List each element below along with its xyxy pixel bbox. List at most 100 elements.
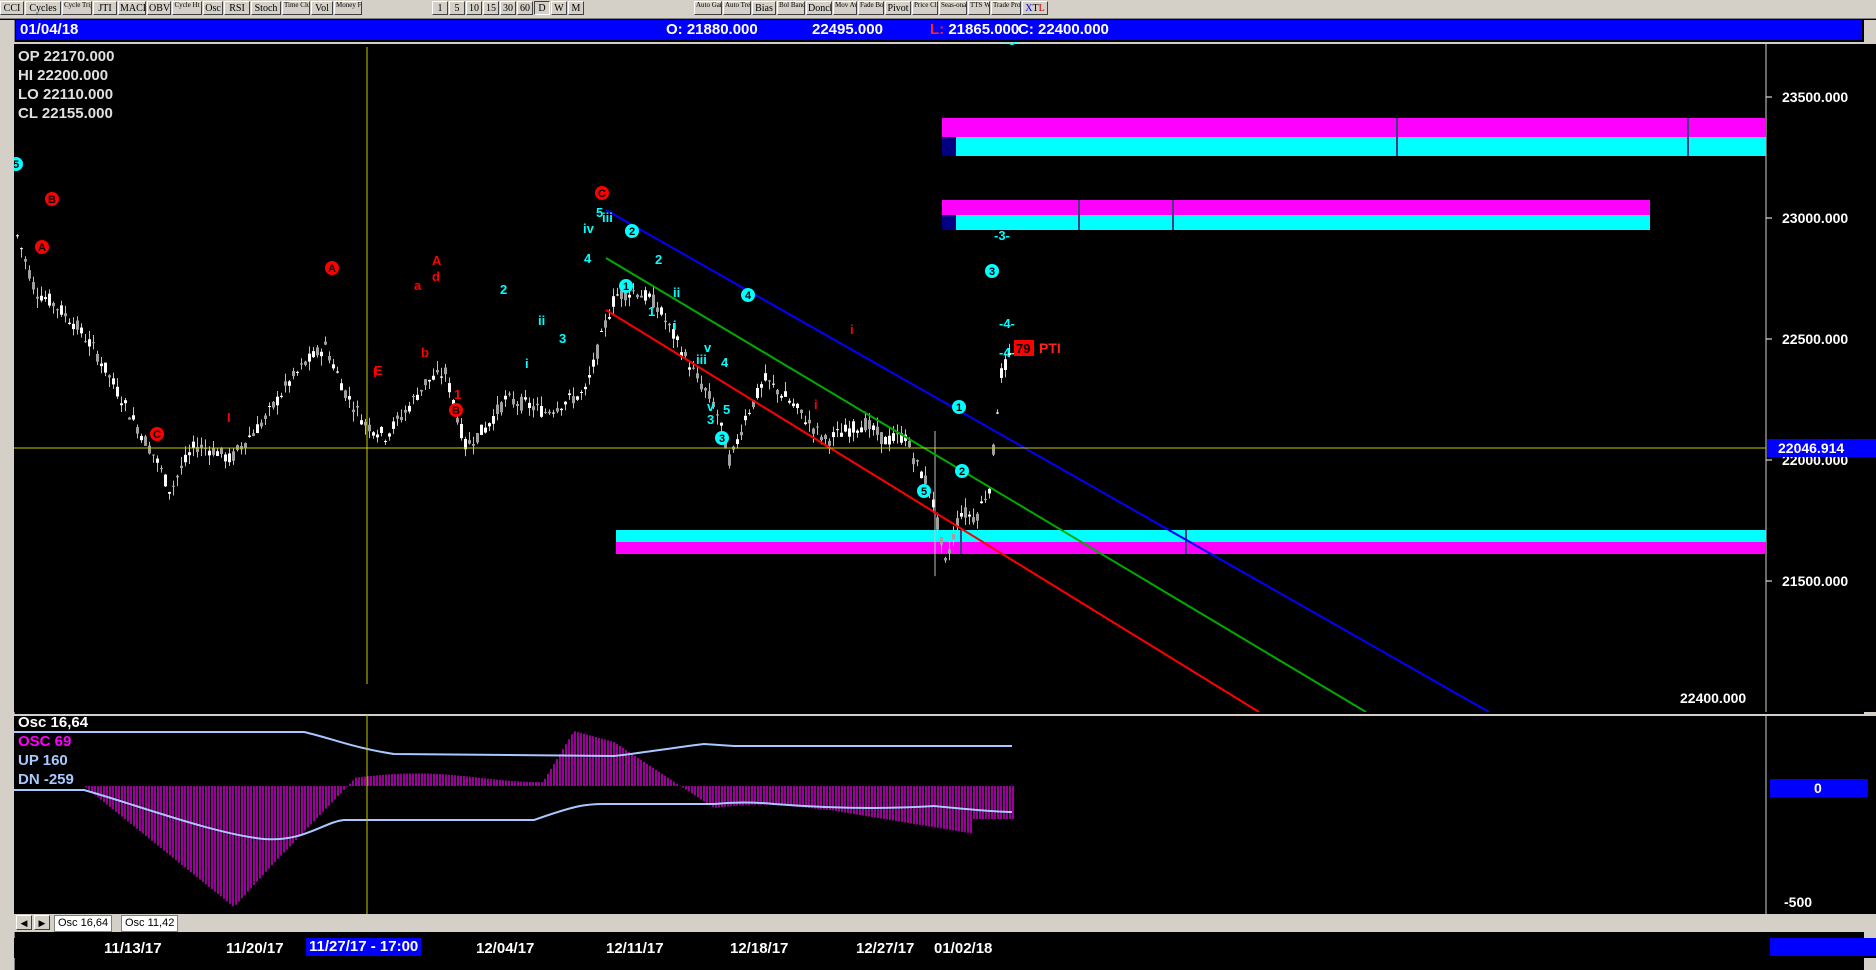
toolbar-button-vol[interactable]: Vol xyxy=(311,1,333,15)
toolbar-button-money-flow[interactable]: Money Flow xyxy=(334,1,362,15)
candle xyxy=(476,433,479,443)
price-chart-svg[interactable]: 23500.00023000.00022500.00022000.0002150… xyxy=(9,33,1876,713)
price-chart-panel[interactable]: 23500.000 23000.000 22500.000 22000.000 2150… xyxy=(9,33,1876,713)
candle xyxy=(564,401,567,405)
toolbar-button-cycle-ht[interactable]: Cycle Ht xyxy=(172,1,202,15)
toolbar-button-osc[interactable]: Osc xyxy=(203,1,223,15)
scroll-left-button[interactable]: ◀ xyxy=(16,915,32,930)
scroll-right-button[interactable]: ▶ xyxy=(34,915,50,930)
wave-label: ii xyxy=(673,285,680,300)
toolbar-button-mov-ave[interactable]: Mov Ave xyxy=(833,1,857,15)
toolbar-button-obv[interactable]: OBV xyxy=(147,1,171,15)
toolbar-button-cycle-trig[interactable]: Cycle Trig xyxy=(62,1,92,15)
toolbar-button-rsi[interactable]: RSI xyxy=(224,1,250,15)
candle xyxy=(792,403,795,407)
candle xyxy=(212,447,215,455)
candle xyxy=(508,393,511,395)
candle xyxy=(432,375,435,380)
candle xyxy=(140,435,143,441)
toolbar-button-stoch[interactable]: Stoch xyxy=(251,1,281,15)
wave-marker-label: 1 xyxy=(623,281,629,293)
candle xyxy=(288,381,291,386)
oscillator-panel[interactable]: 0 -500 Osc 16,64 OSC 69 UP 160 DN -259 xyxy=(14,714,1876,914)
candle xyxy=(876,426,879,435)
toolbar-button-bias[interactable]: Bias xyxy=(752,1,776,15)
toolbar-button-xtl[interactable]: XTL xyxy=(1022,1,1048,15)
candle xyxy=(780,395,783,398)
wave-marker-label: 3 xyxy=(989,266,995,278)
candle xyxy=(28,270,31,279)
tab-osc-16-64[interactable]: Osc 16,64 xyxy=(54,915,113,932)
candle xyxy=(696,373,699,379)
candle xyxy=(616,294,619,296)
candle xyxy=(740,431,743,436)
candle xyxy=(100,363,103,367)
candle xyxy=(472,444,475,446)
candle xyxy=(40,295,43,301)
toolbar-button-jti[interactable]: JTI xyxy=(93,1,117,15)
candle xyxy=(284,381,287,386)
toolbar-button-cycles[interactable]: Cycles xyxy=(25,1,61,15)
toolbar-button-seas-onals[interactable]: Seas-onals xyxy=(939,1,967,15)
candle xyxy=(148,445,151,454)
candle xyxy=(436,369,439,373)
candle xyxy=(76,320,79,330)
toolbar-button-bol-band[interactable]: Bol Band xyxy=(777,1,805,15)
target-zone-low-upper xyxy=(616,530,1766,542)
candle xyxy=(556,408,559,412)
toolbar-button-cci[interactable]: CCI xyxy=(0,1,24,15)
candle xyxy=(996,412,999,414)
toolbar-button-auto-gann[interactable]: Auto Gann xyxy=(694,1,722,15)
toolbar-button-tts-web[interactable]: TTS Web xyxy=(968,1,990,15)
candle xyxy=(636,294,639,298)
toolbar-button-donch[interactable]: Donch xyxy=(806,1,832,15)
candle xyxy=(304,361,307,365)
toolbar-button-5[interactable]: 5 xyxy=(449,1,465,15)
candle xyxy=(36,296,39,299)
toolbar-button-d[interactable]: D xyxy=(534,1,550,15)
candle xyxy=(120,403,123,406)
oscillator-svg[interactable]: 0 -500 xyxy=(14,714,1876,914)
toolbar-button-15[interactable]: 15 xyxy=(483,1,499,15)
wave-label: b xyxy=(421,345,429,360)
wave-label: I xyxy=(373,365,377,380)
toolbar-button-macd[interactable]: MACD xyxy=(118,1,146,15)
candle xyxy=(496,404,499,414)
candle xyxy=(824,435,827,440)
toolbar-button-w[interactable]: W xyxy=(551,1,567,15)
candle xyxy=(756,387,759,398)
toolbar-button-price-clust[interactable]: Price Clust xyxy=(912,1,938,15)
candle xyxy=(312,351,315,358)
candle xyxy=(708,391,711,399)
candle xyxy=(352,409,355,413)
toolbar-button-60[interactable]: 60 xyxy=(517,1,533,15)
toolbar-button-fade-bolk[interactable]: Fade Bolk xyxy=(858,1,884,15)
candle xyxy=(460,424,463,439)
date-label: 11/20/17 xyxy=(226,940,284,957)
toolbar-button-m[interactable]: M xyxy=(568,1,584,15)
candle xyxy=(356,406,359,408)
candle xyxy=(980,501,983,504)
toolbar-button-time-clust[interactable]: Time Clust xyxy=(282,1,310,15)
candle xyxy=(172,485,175,487)
candle xyxy=(992,444,995,455)
candle xyxy=(484,427,487,433)
toolbar-button-30[interactable]: 30 xyxy=(500,1,516,15)
toolbar-button-trade-profile[interactable]: Trade Profile xyxy=(991,1,1021,15)
wave-label: iii xyxy=(602,210,613,225)
toolbar-button-auto-trend[interactable]: Auto Trend xyxy=(723,1,751,15)
toolbar-button-1[interactable]: 1 xyxy=(432,1,448,15)
candle xyxy=(700,383,703,390)
candle xyxy=(92,342,95,344)
candle xyxy=(368,424,371,432)
price-tick-1: 23000.000 xyxy=(1782,210,1848,226)
tab-osc-11-42[interactable]: Osc 11,42 xyxy=(121,915,179,932)
toolbar-button-10[interactable]: 10 xyxy=(466,1,482,15)
candle xyxy=(816,426,819,428)
candle xyxy=(588,375,591,378)
candle xyxy=(520,396,523,411)
candle xyxy=(52,302,55,307)
candle xyxy=(388,433,391,437)
toolbar-button-pivot[interactable]: Pivot xyxy=(885,1,911,15)
candle xyxy=(160,467,163,470)
